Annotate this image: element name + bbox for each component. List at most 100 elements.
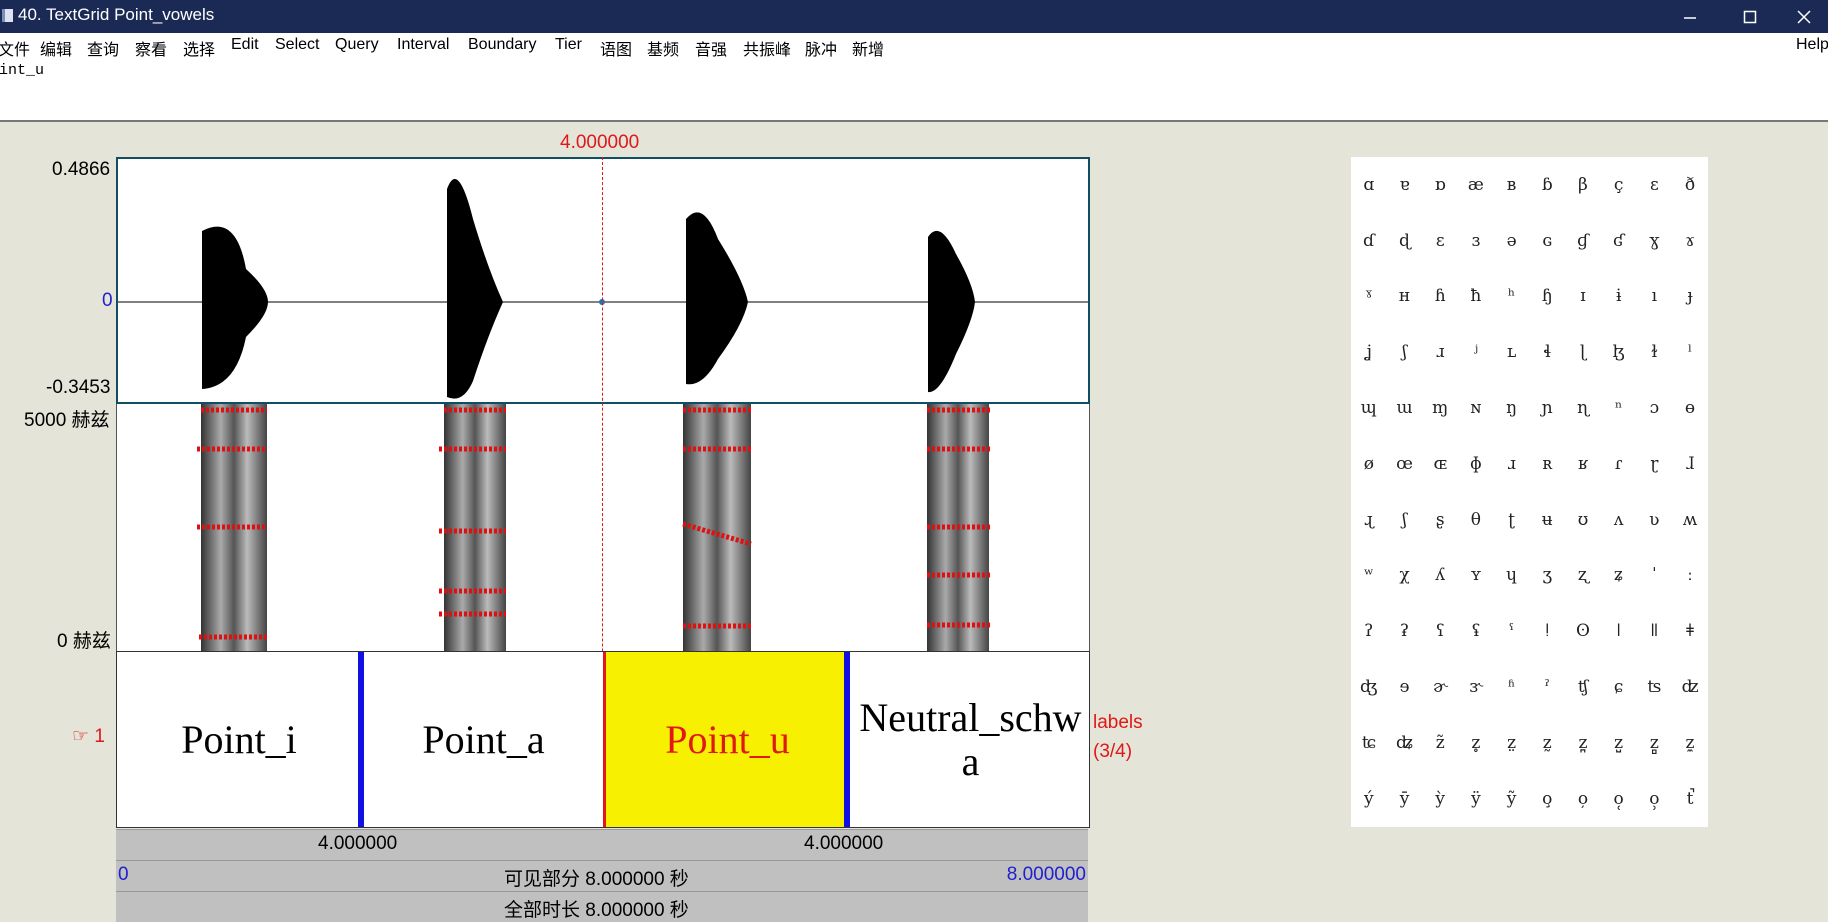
ipa-symbol-button[interactable]: ɲ [1529,380,1565,436]
ipa-symbol-button[interactable]: æ [1458,157,1494,213]
ipa-symbol-button[interactable]: ɹ [1494,436,1530,492]
ipa-symbol-button[interactable]: ˀ [1529,659,1565,715]
ipa-symbol-button[interactable]: ʤ [1351,659,1387,715]
ipa-symbol-button[interactable]: ɖ [1387,213,1423,269]
menu-edit-cn[interactable]: 编辑 [40,36,72,60]
ipa-symbol-button[interactable]: θ [1458,492,1494,548]
ipa-symbol-button[interactable]: z̥ [1458,715,1494,771]
ipa-symbol-button[interactable]: ý [1351,771,1387,827]
ipa-symbol-button[interactable]: ʷ [1351,548,1387,604]
ipa-symbol-button[interactable]: ʲ [1458,324,1494,380]
interval-point-a[interactable]: Point_a [364,652,603,827]
ipa-symbol-button[interactable]: ɱ [1422,380,1458,436]
menu-intensity[interactable]: 音强 [695,36,727,60]
ipa-symbol-button[interactable]: ɾ [1601,436,1637,492]
ipa-symbol-button[interactable]: ỳ [1422,771,1458,827]
ipa-symbol-button[interactable]: ɥ [1494,548,1530,604]
ipa-symbol-button[interactable]: ɘ [1387,659,1423,715]
ipa-symbol-button[interactable]: ǁ [1637,603,1673,659]
ipa-symbol-button[interactable]: ɴ [1458,380,1494,436]
ipa-symbol-button[interactable]: ỹ [1494,771,1530,827]
ipa-symbol-button[interactable]: ɻ [1351,492,1387,548]
ipa-symbol-button[interactable]: ʌ [1601,492,1637,548]
interval-text-field[interactable]: oint_u [0,59,1828,122]
ipa-symbol-button[interactable]: ɔ [1637,380,1673,436]
menu-edit[interactable]: Edit [231,36,259,54]
menu-file[interactable]: 文件 [0,36,30,60]
ipa-symbol-button[interactable]: z̼ [1672,715,1708,771]
ipa-symbol-button[interactable]: ʥ [1387,715,1423,771]
ipa-symbol-button[interactable]: ð [1672,157,1708,213]
ipa-symbol-button[interactable]: ɣ [1637,213,1673,269]
ipa-symbol-button[interactable]: ħ [1458,269,1494,325]
menu-pitch[interactable]: 基频 [647,36,679,60]
ipa-symbol-button[interactable]: ɛ [1422,213,1458,269]
ipa-symbol-button[interactable]: β [1565,157,1601,213]
ipa-symbol-button[interactable]: ç [1601,157,1637,213]
ipa-symbol-button[interactable]: ˠ [1351,269,1387,325]
ipa-symbol-button[interactable]: ɮ [1601,324,1637,380]
ipa-symbol-button[interactable]: ˈ [1637,548,1673,604]
ipa-symbol-button[interactable]: ɤ [1672,213,1708,269]
ipa-symbol-button[interactable]: ʍ [1672,492,1708,548]
ipa-symbol-button[interactable]: ɠ [1565,213,1601,269]
ipa-symbol-button[interactable]: ɳ [1565,380,1601,436]
interval-point-i[interactable]: Point_i [117,652,361,827]
ipa-symbol-button[interactable]: ʨ [1351,715,1387,771]
ipa-symbol-button[interactable]: ʒ [1529,548,1565,604]
ipa-symbol-button[interactable]: ɢ [1529,213,1565,269]
ipa-symbol-button[interactable]: ɬ [1529,324,1565,380]
ipa-symbol-button[interactable]: ɜ [1458,213,1494,269]
menu-tier[interactable]: Tier [555,36,582,54]
ipa-symbol-button[interactable]: ʏ [1458,548,1494,604]
ipa-symbol-button[interactable]: œ [1387,436,1423,492]
ipa-symbol-button[interactable]: z̪ [1565,715,1601,771]
ipa-symbol-button[interactable]: ɚ [1422,659,1458,715]
ipa-symbol-button[interactable]: ɸ [1458,436,1494,492]
interval-tier[interactable]: Point_i Point_a Point_u Neutral_schwa [116,651,1090,828]
ipa-symbol-button[interactable]: ʉ [1529,492,1565,548]
ipa-symbol-button[interactable]: ɟ [1672,269,1708,325]
ipa-symbol-button[interactable]: ʢ [1458,603,1494,659]
ipa-symbol-button[interactable]: ÿ [1458,771,1494,827]
menu-formant[interactable]: 共振峰 [743,36,791,60]
ipa-symbol-button[interactable]: ʜ [1387,269,1423,325]
ipa-symbol-button[interactable]: ʛ [1601,213,1637,269]
ipa-symbol-button[interactable]: ɨ [1601,269,1637,325]
ipa-symbol-button[interactable]: ɰ [1351,380,1387,436]
ipa-symbol-button[interactable]: ɕ [1601,659,1637,715]
ipa-symbol-button[interactable]: ʃ [1387,492,1423,548]
ipa-symbol-button[interactable]: ʁ [1565,436,1601,492]
interval-neutral-schwa[interactable]: Neutral_schwa [850,652,1089,827]
ipa-symbol-button[interactable]: χ [1387,548,1423,604]
ipa-symbol-button[interactable]: ǃ [1529,603,1565,659]
waveform-panel[interactable] [116,157,1090,404]
ipa-symbol-button[interactable]: ɶ [1422,436,1458,492]
ipa-symbol-button[interactable]: ɹ [1422,324,1458,380]
ipa-symbol-button[interactable]: ǀ [1601,603,1637,659]
ipa-symbol-button[interactable]: ɽ [1637,436,1673,492]
ipa-symbol-button[interactable]: ɵ [1672,380,1708,436]
ipa-symbol-button[interactable]: o̹ [1637,771,1673,827]
ipa-symbol-button[interactable]: z̤ [1494,715,1530,771]
ipa-symbol-button[interactable]: ʣ [1672,659,1708,715]
menu-select-cn[interactable]: 选择 [183,36,215,60]
ipa-symbol-button[interactable]: ɝ [1458,659,1494,715]
ipa-symbol-button[interactable]: o̦ [1565,771,1601,827]
ipa-symbol-button[interactable]: ʃ [1387,324,1423,380]
ipa-symbol-button[interactable]: ⁿ [1601,380,1637,436]
ipa-symbol-button[interactable]: ʙ [1494,157,1530,213]
ipa-symbol-button[interactable]: ɫ [1637,324,1673,380]
ipa-symbol-button[interactable]: z̰ [1529,715,1565,771]
ipa-symbol-button[interactable]: ɑ [1351,157,1387,213]
ipa-symbol-button[interactable]: ʡ [1387,603,1423,659]
maximize-button[interactable] [1724,0,1776,33]
ipa-symbol-button[interactable]: ː [1672,548,1708,604]
visible-part-bar[interactable]: 0 可见部分 8.000000 秒 8.000000 [116,860,1088,891]
close-button[interactable] [1778,0,1828,33]
ipa-symbol-button[interactable]: ǂ [1672,603,1708,659]
ipa-symbol-button[interactable]: ı [1637,269,1673,325]
menu-help[interactable]: Help [1796,36,1828,54]
ipa-symbol-button[interactable]: ɺ [1672,436,1708,492]
ipa-symbol-button[interactable]: ɛ [1637,157,1673,213]
